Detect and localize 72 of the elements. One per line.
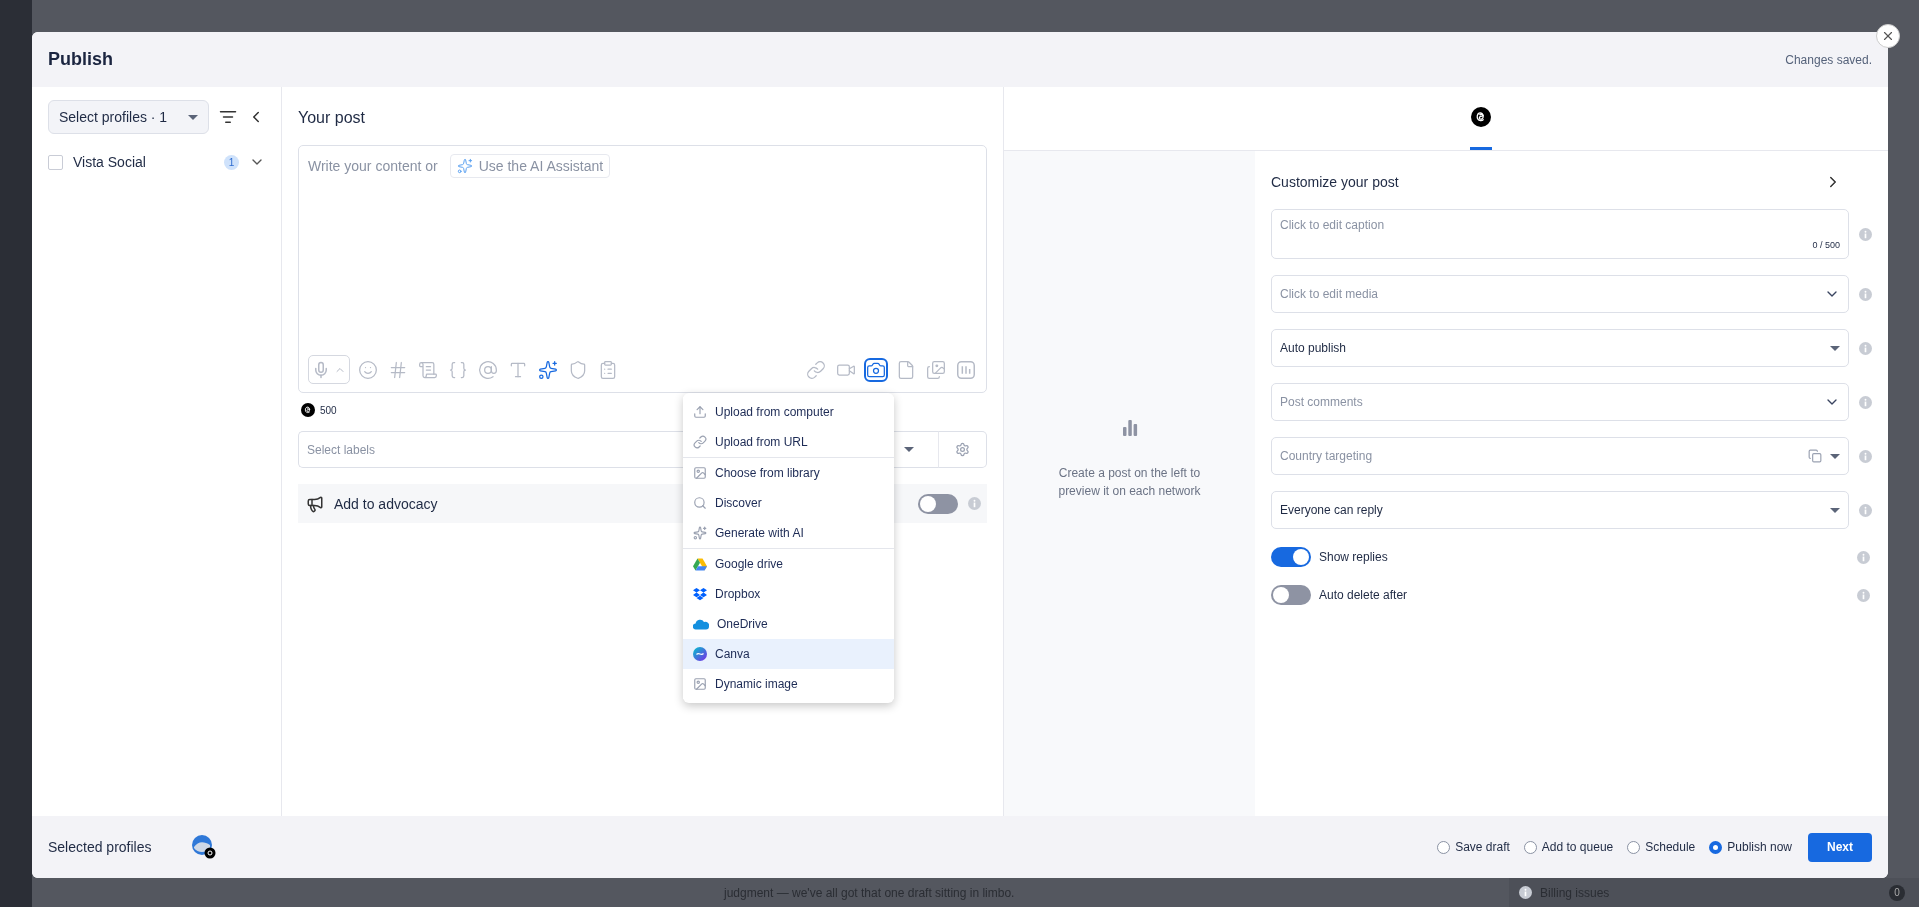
info-icon[interactable] bbox=[1519, 886, 1532, 899]
settings-icon bbox=[955, 442, 970, 457]
megaphone-icon bbox=[306, 494, 324, 513]
upload-icon bbox=[693, 405, 707, 419]
emoji-icon bbox=[358, 359, 378, 380]
editor-placeholder: Write your content or bbox=[308, 158, 438, 174]
search-icon bbox=[693, 496, 707, 510]
braces-icon bbox=[448, 359, 468, 380]
profile-avatar bbox=[191, 835, 216, 859]
menu-item[interactable]: Discover bbox=[683, 488, 894, 518]
save-status: Changes saved. bbox=[1785, 52, 1872, 67]
section-title: Your post bbox=[298, 109, 366, 127]
publish-option[interactable]: Save draft bbox=[1437, 840, 1510, 854]
select-field[interactable]: Auto publish bbox=[1271, 329, 1849, 367]
triangle-drive-icon bbox=[693, 557, 707, 571]
switch-label: Show replies bbox=[1319, 550, 1389, 564]
preview-empty-text: Create a post on the left to preview it on each network bbox=[1057, 464, 1202, 500]
dropbox-icon bbox=[693, 587, 707, 601]
profile-checkbox[interactable] bbox=[48, 154, 63, 170]
menu-item[interactable]: Canva bbox=[683, 639, 894, 669]
menu-item[interactable]: Google drive bbox=[683, 549, 894, 579]
link-icon bbox=[806, 359, 826, 380]
threads-logo-icon bbox=[301, 403, 315, 417]
hash-icon bbox=[388, 359, 408, 380]
copy-icon bbox=[1808, 449, 1822, 463]
microphone-icon bbox=[312, 360, 330, 379]
text-snippet-icon bbox=[418, 359, 438, 380]
document-icon bbox=[896, 359, 916, 380]
menu-item[interactable]: OneDrive bbox=[683, 609, 894, 639]
switch[interactable] bbox=[1271, 585, 1311, 605]
publish-option[interactable]: Add to queue bbox=[1523, 840, 1614, 854]
advocacy-label: Add to advocacy bbox=[334, 495, 438, 512]
filter-icon bbox=[219, 108, 237, 126]
profile-count: 1 bbox=[224, 154, 239, 170]
profile-select[interactable]: Select profiles · 1 bbox=[48, 100, 209, 134]
gallery-icon bbox=[926, 359, 946, 380]
advocacy-toggle[interactable] bbox=[918, 493, 958, 514]
billing-count: 0 bbox=[1889, 884, 1905, 901]
switch-label: Auto delete after bbox=[1319, 588, 1409, 602]
dialog-title: Publish bbox=[48, 49, 113, 70]
character-limit: 500 bbox=[320, 404, 337, 416]
menu-item[interactable]: Dropbox bbox=[683, 579, 894, 609]
threads-logo-icon bbox=[1471, 107, 1491, 127]
publish-option[interactable]: Publish now bbox=[1709, 840, 1792, 854]
footer-label: Selected profiles bbox=[48, 839, 152, 855]
close-button[interactable] bbox=[1876, 24, 1900, 48]
menu-item[interactable]: Upload from computer bbox=[683, 397, 894, 427]
at-sign-icon bbox=[478, 359, 498, 380]
switch[interactable] bbox=[1271, 547, 1311, 567]
customize-title: Customize your post bbox=[1271, 174, 1399, 190]
settings-button[interactable] bbox=[939, 431, 987, 468]
menu-item[interactable]: Generate with AI bbox=[683, 518, 894, 548]
sparkle-icon bbox=[693, 526, 707, 540]
clipboard-icon bbox=[598, 359, 618, 380]
camera-button[interactable] bbox=[864, 357, 888, 382]
close-icon bbox=[1881, 29, 1895, 43]
select-field[interactable]: Everyone can reply bbox=[1271, 491, 1849, 529]
shield-icon bbox=[568, 359, 588, 380]
sparkle-icon bbox=[456, 158, 473, 174]
image-icon bbox=[693, 466, 707, 480]
microphone-button[interactable] bbox=[308, 355, 350, 384]
image-icon bbox=[693, 677, 707, 691]
next-button[interactable]: Next bbox=[1808, 832, 1872, 862]
filter-button[interactable] bbox=[219, 108, 237, 126]
publish-option[interactable]: Schedule bbox=[1627, 840, 1696, 854]
bar-chart-icon bbox=[955, 358, 977, 381]
caption-field[interactable]: Click to edit caption 0 / 500 bbox=[1271, 209, 1849, 259]
canva-logo-icon bbox=[693, 647, 707, 661]
menu-item[interactable]: Dynamic image bbox=[683, 669, 894, 699]
profile-name: Vista Social bbox=[73, 154, 146, 170]
sparkle-icon bbox=[538, 359, 558, 380]
cloud-icon bbox=[693, 618, 709, 630]
